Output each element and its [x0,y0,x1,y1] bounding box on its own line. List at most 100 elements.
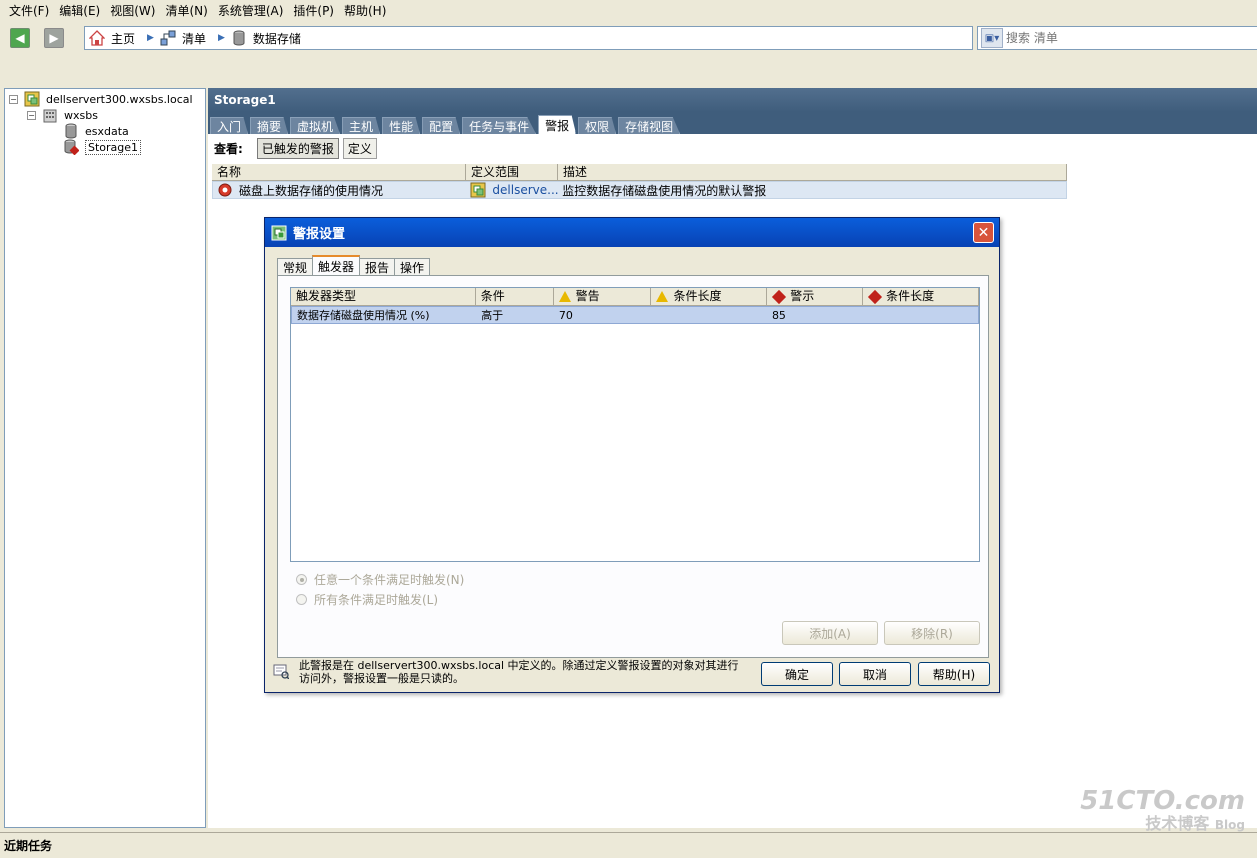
tab-getting-started[interactable]: 入门 [210,117,249,134]
tab-configuration[interactable]: 配置 [422,117,461,134]
breadcrumb-datastores[interactable]: 数据存储 [231,30,301,47]
tab-actions[interactable]: 操作 [394,258,431,276]
triggers-grid: 触发器类型 条件 警告 条件长度 警示 条件长度 数据存储磁盘使用情况 (%) … [290,287,980,562]
vcenter-icon [24,91,40,107]
datastore-icon [63,123,79,139]
radio-any-condition[interactable]: 任意一个条件满足时触发(N) [296,571,464,588]
help-button[interactable]: 帮助(H) [918,662,990,686]
triggered-alarms-button[interactable]: 已触发的警报 [256,137,339,159]
radio-button-icon [296,574,307,585]
recent-tasks-label: 近期任务 [4,839,53,853]
condition-cell[interactable]: 高于 [476,307,554,323]
radio-all-conditions[interactable]: 所有条件满足时触发(L) [296,591,438,608]
close-button[interactable]: ✕ [973,222,994,243]
tab-triggers[interactable]: 触发器 [312,255,361,276]
tree-item-esxdata[interactable]: esxdata [63,123,129,139]
tree-item-server[interactable]: − dellservert300.wxsbs.local [9,91,193,107]
table-row[interactable]: 磁盘上数据存储的使用情况 dellserve... 监控数据存储磁盘使用情况的默… [212,181,1067,199]
forward-button[interactable]: ▶ [44,28,64,48]
view-label: 查看: [214,141,243,156]
back-button[interactable]: ◀ [10,28,30,48]
menu-inventory[interactable]: 清单(N) [165,2,207,19]
alarm-scope-link[interactable]: dellserve... [492,183,558,197]
triggers-panel: 触发器类型 条件 警告 条件长度 警示 条件长度 数据存储磁盘使用情况 (%) … [277,275,989,658]
menu-edit[interactable]: 编辑(E) [59,2,100,19]
menu-file[interactable]: 文件(F) [9,2,49,19]
definitions-button[interactable]: 定义 [342,137,377,159]
column-alert[interactable]: 警示 [767,288,864,305]
tree-item-storage1[interactable]: Storage1 [63,139,142,156]
column-warning-duration[interactable]: 条件长度 [651,288,768,305]
tab-vms[interactable]: 虚拟机 [290,117,341,134]
search-input[interactable] [1006,31,1246,45]
table-row[interactable]: 数据存储磁盘使用情况 (%) 高于 70 85 [291,306,979,324]
column-warning[interactable]: 警告 [554,288,652,305]
search-box: ▣▾ [977,26,1257,50]
grid-header: 触发器类型 条件 警告 条件长度 警示 条件长度 [291,288,979,306]
home-icon [88,30,106,46]
watermark: 51CTO.com 技术博客 Blog [1080,786,1245,833]
column-description[interactable]: 描述 [558,164,1067,180]
ok-button[interactable]: 确定 [761,662,833,686]
tab-hosts[interactable]: 主机 [342,117,381,134]
alert-icon [772,289,787,304]
vcenter-icon [271,225,287,241]
alarm-icon [217,182,233,198]
column-name[interactable]: 名称 [212,164,466,180]
search-scope-icon[interactable]: ▣▾ [981,28,1003,48]
panel-title: Storage1 [208,88,1257,112]
add-button[interactable]: 添加(A) [782,621,878,645]
chevron-right-icon: ▶ [217,33,225,43]
tab-general[interactable]: 常规 [277,258,314,276]
vcenter-icon [470,182,486,198]
trigger-type-cell[interactable]: 数据存储磁盘使用情况 (%) [292,307,476,323]
datacenter-icon [42,107,58,123]
menu-help[interactable]: 帮助(H) [344,2,386,19]
column-trigger-type[interactable]: 触发器类型 [291,288,476,305]
dialog-tabs: 常规 触发器 报告 操作 [277,255,431,276]
info-text: 此警报是在 dellservert300.wxsbs.local 中定义的。除通… [299,659,739,685]
alert-icon [868,289,883,304]
menu-view[interactable]: 视图(W) [110,2,155,19]
recent-tasks-bar[interactable]: 近期任务 [0,832,1257,858]
alarm-table: 名称 定义范围 描述 磁盘上数据存储的使用情况 dellserve... 监控数… [212,164,1067,199]
tab-performance[interactable]: 性能 [382,117,421,134]
cancel-button[interactable]: 取消 [839,662,911,686]
column-scope[interactable]: 定义范围 [466,164,558,180]
tab-alarms[interactable]: 警报 [538,115,577,134]
arrow-left-icon: ◀ [15,31,25,45]
warning-cell[interactable]: 70 [554,309,652,322]
inventory-icon [160,30,176,46]
breadcrumb-home[interactable]: 主页 [88,30,135,47]
menu-bar: 文件(F) 编辑(E) 视图(W) 清单(N) 系统管理(A) 插件(P) 帮助… [0,0,1257,20]
menu-admin[interactable]: 系统管理(A) [218,2,284,19]
dialog-title: 警报设置 [293,227,346,242]
tab-summary[interactable]: 摘要 [250,117,289,134]
alarm-description: 监控数据存储磁盘使用情况的默认警报 [562,183,767,198]
close-icon: ✕ [977,224,990,241]
tab-permissions[interactable]: 权限 [578,117,617,134]
view-selector: 查看: 已触发的警报 定义 [208,134,1257,162]
datastore-icon [231,30,247,46]
warning-icon [656,291,669,302]
menu-plugins[interactable]: 插件(P) [293,2,334,19]
column-alert-duration[interactable]: 条件长度 [863,288,979,305]
alarm-name: 磁盘上数据存储的使用情况 [239,183,384,198]
arrow-right-icon: ▶ [49,31,59,45]
collapse-icon[interactable]: − [27,110,36,120]
chevron-right-icon: ▶ [147,33,154,43]
breadcrumb-inventory[interactable]: 清单 [160,30,206,47]
alert-cell[interactable]: 85 [767,309,863,322]
collapse-icon[interactable]: − [9,94,18,104]
breadcrumb: 主页 ▶ 清单 ▶ 数据存储 [84,26,973,50]
tab-tasks-events[interactable]: 任务与事件 [462,117,537,134]
remove-button[interactable]: 移除(R) [884,621,980,645]
tree-item-datacenter[interactable]: − wxsbs [27,107,98,123]
dialog-titlebar[interactable]: 警报设置 [265,218,999,247]
tab-reporting[interactable]: 报告 [359,258,396,276]
tab-storage-views[interactable]: 存储视图 [618,117,681,134]
alarm-settings-dialog: 警报设置 ✕ 常规 触发器 报告 操作 触发器类型 条件 警告 条件长度 警示 … [264,217,1000,693]
warning-icon [558,291,571,302]
info-message: 此警报是在 dellservert300.wxsbs.local 中定义的。除通… [273,659,743,685]
column-condition[interactable]: 条件 [476,288,554,305]
